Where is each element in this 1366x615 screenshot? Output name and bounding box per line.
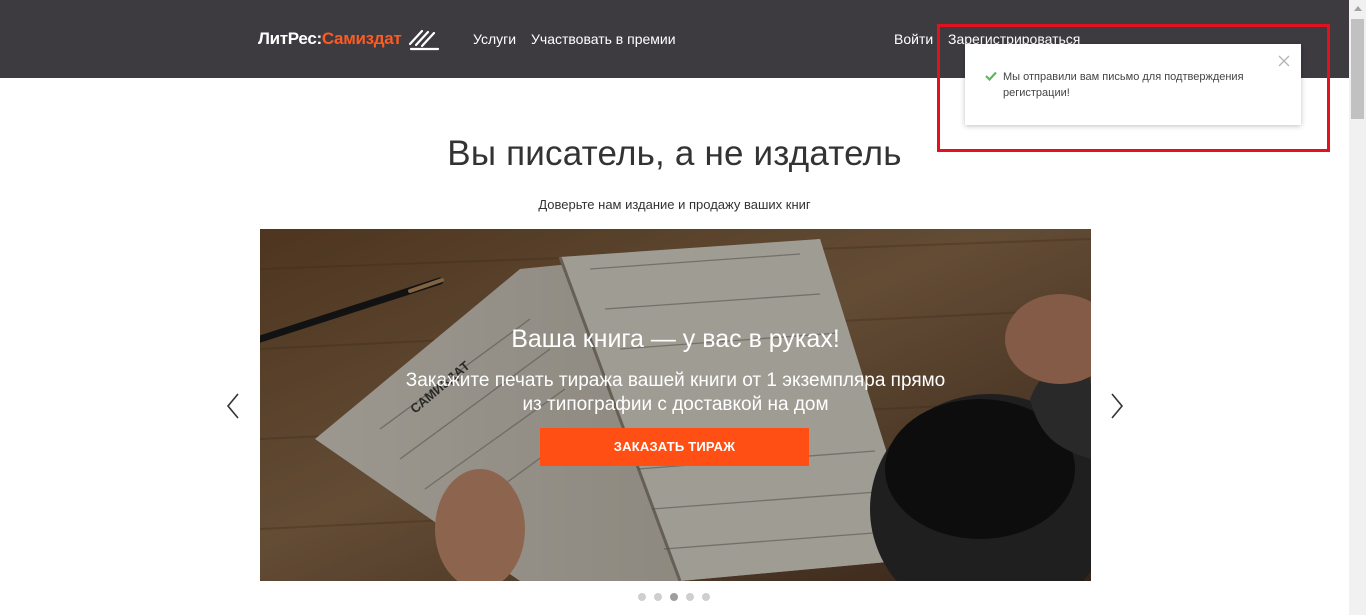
chevron-up-icon xyxy=(1353,6,1362,11)
chevron-right-icon[interactable] xyxy=(1106,392,1126,420)
logo[interactable]: ЛитРес: Самиздат xyxy=(258,27,441,51)
carousel-dot-5[interactable] xyxy=(702,593,710,601)
scrollbar[interactable] xyxy=(1349,0,1366,615)
chevron-left-icon[interactable] xyxy=(224,392,244,420)
logo-text-samizdat: Самиздат xyxy=(321,29,402,48)
carousel-dot-1[interactable] xyxy=(638,593,646,601)
carousel-dot-3[interactable] xyxy=(670,593,678,601)
carousel-slide: САМИЗДАТ Ваша книга — у вас в руках! Зак… xyxy=(260,229,1091,581)
logo-pen-icon xyxy=(409,29,440,51)
nav-services[interactable]: Услуги xyxy=(473,31,516,47)
carousel-dots xyxy=(638,593,710,601)
page-subtitle: Доверьте нам издание и продажу ваших кни… xyxy=(538,197,811,212)
highlight-box xyxy=(937,24,1330,152)
login-link[interactable]: Войти xyxy=(894,31,933,47)
page: ЛитРес: Самиздат Услуги Участвовать в пр… xyxy=(0,0,1366,615)
scroll-up-button[interactable] xyxy=(1349,0,1366,17)
slide-text: Закажите печать тиража вашей книги от 1 … xyxy=(405,370,946,415)
carousel-dot-2[interactable] xyxy=(654,593,662,601)
carousel-dot-4[interactable] xyxy=(686,593,694,601)
nav-award[interactable]: Участвовать в премии xyxy=(531,31,676,47)
logo-text-litres: ЛитРес: xyxy=(258,29,322,48)
slide-heading: Ваша книга — у вас в руках! xyxy=(511,325,840,353)
order-print-button[interactable]: ЗАКАЗАТЬ ТИРАЖ xyxy=(540,428,809,466)
scrollbar-thumb[interactable] xyxy=(1351,19,1364,119)
